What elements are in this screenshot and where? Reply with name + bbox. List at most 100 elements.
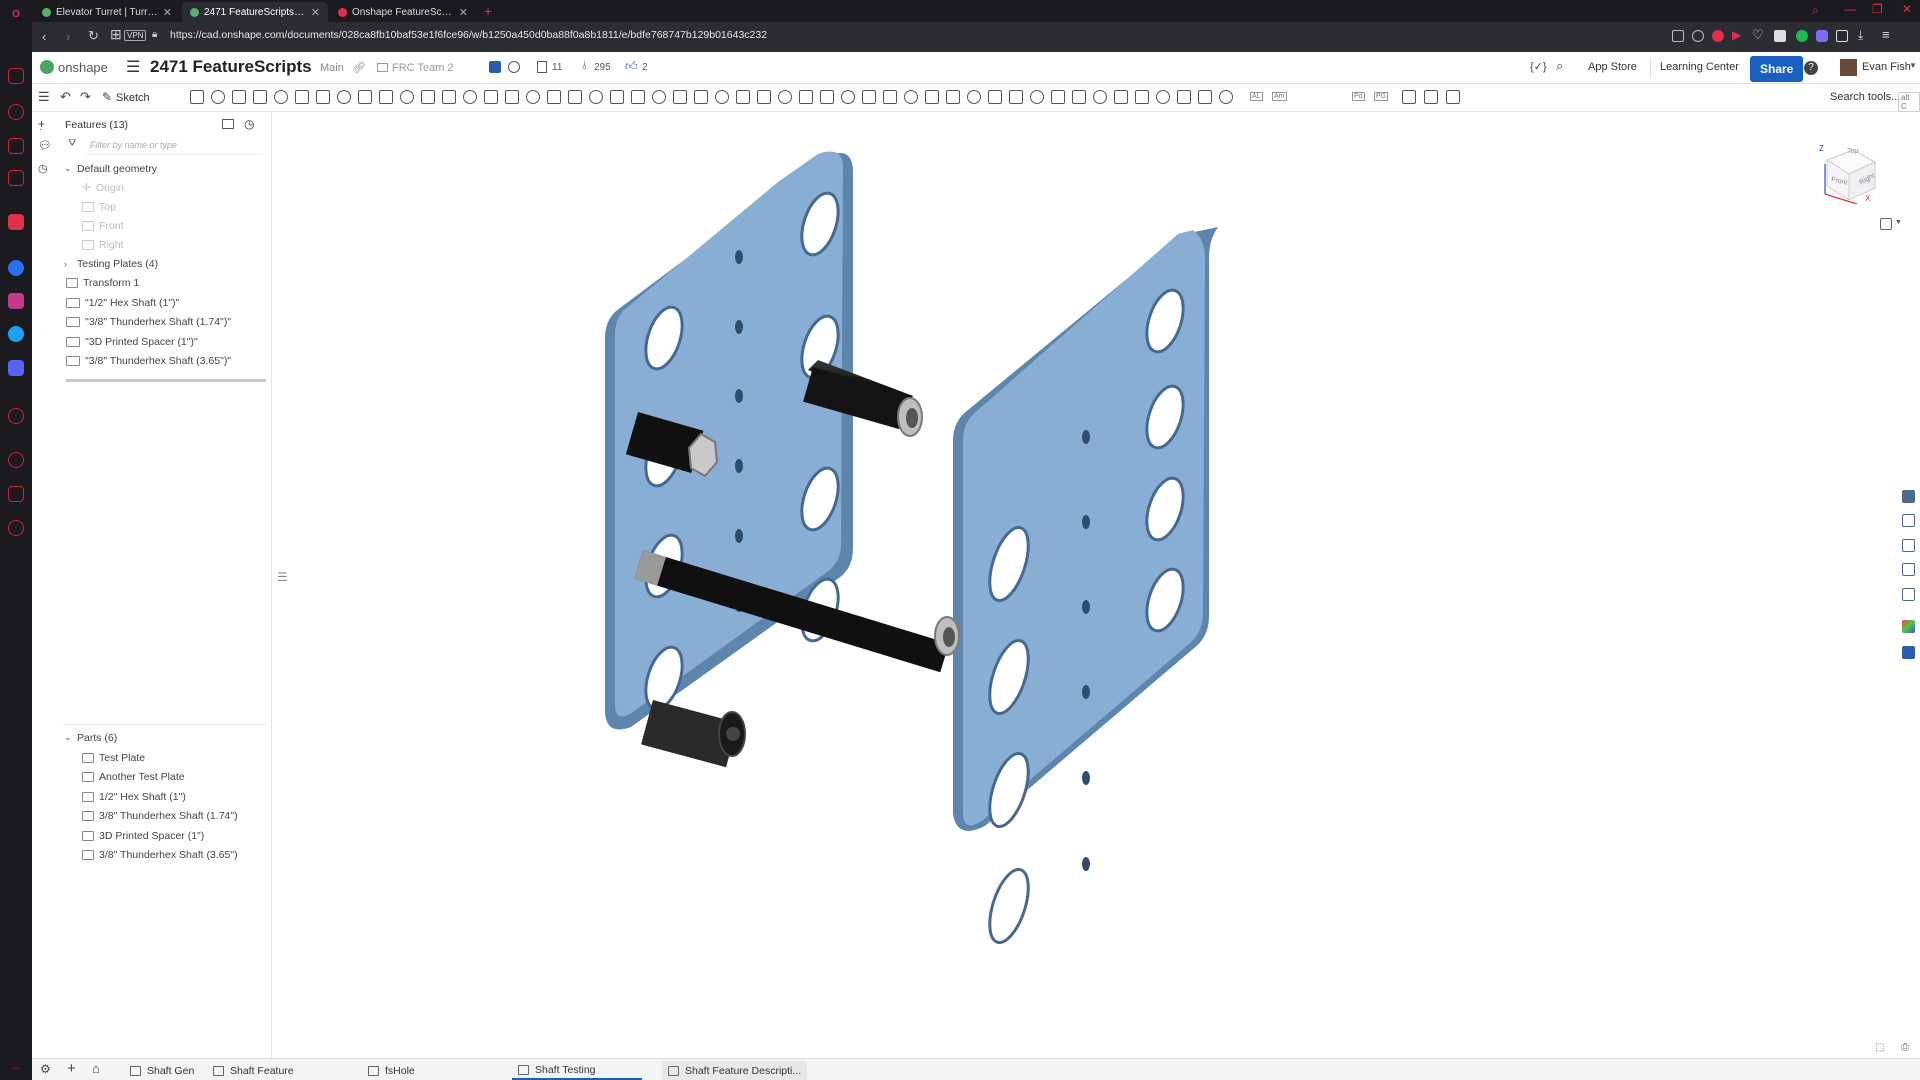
tool-icon[interactable] — [904, 90, 918, 104]
tool-icon[interactable] — [715, 90, 729, 104]
tool-icon[interactable] — [526, 90, 540, 104]
tool-icon[interactable] — [400, 90, 414, 104]
active-app-icon[interactable] — [8, 214, 24, 230]
tool-icon[interactable] — [1072, 90, 1086, 104]
chevron-down-icon[interactable]: ⌄ — [64, 163, 74, 174]
chevron-down-icon[interactable]: ▼ — [1909, 61, 1917, 70]
url-field[interactable]: https://cad.onshape.com/documents/028ca8… — [170, 29, 767, 41]
part-item[interactable]: 3D Printed Spacer (1") — [82, 826, 204, 845]
tool-icon[interactable] — [841, 90, 855, 104]
part-item[interactable]: 3/8" Thunderhex Shaft (3.65") — [82, 845, 238, 864]
display-icon[interactable]: ⬚ — [1875, 1042, 1884, 1053]
tool-icon[interactable] — [547, 90, 561, 104]
link-icon[interactable]: 🔗︎ — [352, 61, 366, 74]
search-tabs-icon[interactable]: ⌕ — [1812, 3, 1819, 18]
tool-icon[interactable] — [673, 90, 687, 104]
vpn-badge[interactable]: VPN — [124, 30, 147, 41]
search-tools-input[interactable]: Search tools... — [1830, 91, 1900, 103]
close-tab-icon[interactable]: ✕ — [163, 6, 172, 19]
view-options-icon[interactable] — [1880, 218, 1892, 230]
new-tab-button[interactable]: + — [484, 3, 492, 19]
tool-icon[interactable] — [631, 90, 645, 104]
chevron-down-icon[interactable]: ▼ — [1895, 219, 1902, 226]
hamburger-menu-icon[interactable]: ☰ — [126, 57, 140, 77]
tool-icon[interactable] — [358, 90, 372, 104]
tool-icon[interactable] — [295, 90, 309, 104]
tool-icon[interactable] — [1424, 90, 1438, 104]
help-icon[interactable]: ? — [1804, 61, 1818, 75]
printed-spacer[interactable] — [641, 700, 746, 768]
configurations-icon[interactable] — [1902, 539, 1915, 552]
another-test-plate[interactable] — [953, 227, 1218, 947]
part-item[interactable]: 1/2" Hex Shaft (1") — [82, 787, 186, 806]
history-clock-icon[interactable]: ◷ — [38, 162, 48, 175]
tool-icon[interactable] — [799, 90, 813, 104]
tool-tag-pg[interactable]: PG — [1374, 92, 1389, 101]
graphics-viewport[interactable]: ☰ Z X Top Front Right ▼ ⬚ ⎙ — [273, 112, 1920, 1058]
part-item[interactable]: Test Plate — [82, 748, 145, 767]
tool-icon[interactable] — [736, 90, 750, 104]
tab-shaft-testing[interactable]: Shaft Testing — [512, 1061, 642, 1080]
menu-icon[interactable]: ≡ — [1882, 27, 1890, 42]
parts-folder[interactable]: ⌄ Parts (6) — [64, 728, 117, 747]
measure-icon[interactable] — [1902, 588, 1915, 601]
filter-icon[interactable]: ⛛ — [68, 138, 76, 149]
print-icon[interactable]: ⎙ — [1901, 1042, 1909, 1053]
history-icon[interactable] — [8, 452, 24, 468]
tool-icon[interactable] — [652, 90, 666, 104]
settings-icon[interactable] — [8, 520, 24, 536]
tool-icon[interactable] — [190, 90, 204, 104]
back-icon[interactable]: ‹ — [42, 29, 46, 44]
tool-icon[interactable] — [757, 90, 771, 104]
tool-icon[interactable] — [1093, 90, 1107, 104]
instagram-icon[interactable] — [8, 293, 24, 309]
part-item[interactable]: 3/8" Thunderhex Shaft (1.74") — [82, 806, 238, 825]
share-button[interactable]: Share — [1750, 56, 1804, 82]
browser-tab[interactable]: Onshape FeatureScripts! B ✕ — [330, 2, 476, 22]
tool-icon[interactable] — [505, 90, 519, 104]
tool-icon[interactable] — [274, 90, 288, 104]
avatar[interactable] — [1840, 59, 1857, 76]
tool-icon[interactable] — [484, 90, 498, 104]
classroom-icon[interactable] — [489, 61, 501, 73]
news-icon[interactable] — [8, 104, 24, 120]
tool-icon[interactable] — [463, 90, 477, 104]
tool-tag-pd[interactable]: Pd — [1352, 92, 1365, 101]
tool-icon[interactable] — [1135, 90, 1149, 104]
chevron-down-icon[interactable]: ⌄ — [64, 732, 74, 743]
tool-icon[interactable] — [1446, 90, 1460, 104]
cube-icon[interactable] — [1836, 30, 1848, 42]
tool-icon[interactable] — [379, 90, 393, 104]
feature-filter-input[interactable]: Filter by name or type — [86, 140, 262, 155]
model-canvas[interactable] — [273, 112, 1920, 1058]
tool-icon[interactable] — [988, 90, 1002, 104]
extension-icon[interactable] — [1816, 30, 1828, 42]
tool-icon[interactable] — [925, 90, 939, 104]
feature-item[interactable]: "3D Printed Spacer (1")" — [66, 332, 198, 351]
tab-shaft-feature-description[interactable]: Shaft Feature Descripti... — [662, 1061, 808, 1080]
tool-icon[interactable] — [1177, 90, 1191, 104]
like-icon[interactable]: 👍︎ — [625, 59, 638, 74]
tool-icon[interactable] — [967, 90, 981, 104]
spotify-icon[interactable] — [1796, 30, 1808, 42]
twitch-icon[interactable] — [8, 170, 24, 186]
player-icon[interactable] — [8, 408, 24, 424]
twitter-icon[interactable] — [8, 326, 24, 342]
tool-icon[interactable] — [1009, 90, 1023, 104]
testing-plates-folder[interactable]: › Testing Plates (4) — [64, 254, 158, 273]
feature-item[interactable]: "1/2" Hex Shaft (1")" — [66, 293, 179, 312]
close-tab-icon[interactable]: ✕ — [459, 6, 468, 19]
tab-fshole[interactable]: fsHole — [362, 1061, 421, 1080]
tool-icon[interactable] — [337, 90, 351, 104]
feature-item[interactable]: "3/8" Thunderhex Shaft (1.74")" — [66, 312, 231, 331]
screenshot-icon[interactable] — [1672, 30, 1684, 42]
tool-icon[interactable] — [820, 90, 834, 104]
tab-shaft-gen[interactable]: Shaft Gen — [124, 1061, 200, 1080]
browser-tab[interactable]: Elevator Turret | Turret Stu ✕ — [34, 2, 180, 22]
learning-center-link[interactable]: Learning Center — [1660, 61, 1739, 73]
branch-label[interactable]: Main — [320, 62, 344, 74]
appearance-icon[interactable] — [1902, 490, 1915, 503]
tool-icon[interactable] — [589, 90, 603, 104]
rollback-bar[interactable] — [66, 379, 266, 382]
play-icon[interactable]: ▶ — [1732, 28, 1741, 42]
